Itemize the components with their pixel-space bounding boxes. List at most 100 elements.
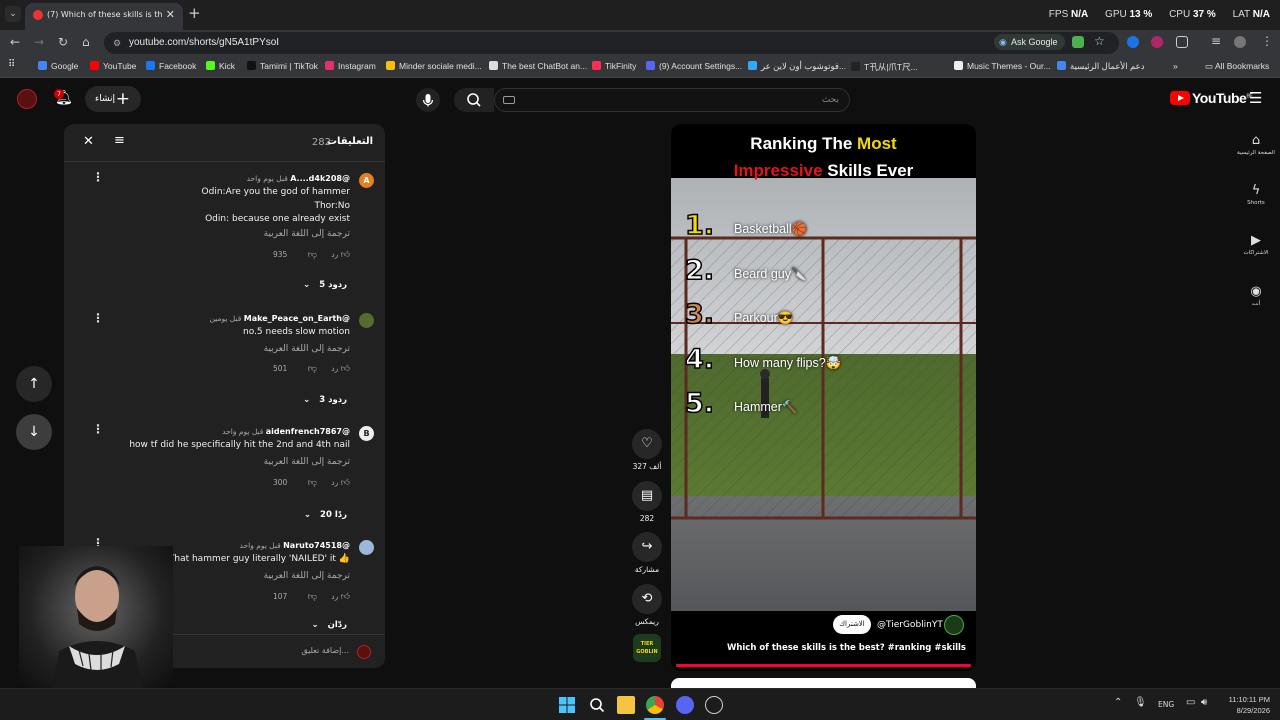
- tab-close-icon[interactable]: ✕: [166, 3, 175, 27]
- translate-link[interactable]: ترجمة إلى اللغة العربية: [264, 457, 350, 467]
- bookmark-item[interactable]: Kick: [206, 61, 235, 71]
- network-icon[interactable]: ▭: [1186, 697, 1195, 708]
- sidebar-item-you[interactable]: ◉ أنت: [1236, 283, 1276, 307]
- audio-source-thumbnail[interactable]: TIER GOBLIN: [633, 634, 661, 662]
- bookmark-item[interactable]: Instagram: [325, 61, 376, 71]
- next-short-button[interactable]: ↓: [16, 414, 52, 450]
- more-menu-icon[interactable]: ⋮: [1261, 34, 1273, 48]
- bookmark-item[interactable]: The best ChatBot an...: [489, 61, 587, 71]
- browser-tab[interactable]: (7) Which of these skills is th ✕: [25, 3, 183, 30]
- profile-avatar[interactable]: [1234, 36, 1246, 48]
- system-clock[interactable]: 11:10:11 PM 8/29/2026: [1229, 694, 1270, 716]
- bookmark-item[interactable]: Music Themes - Our...: [954, 61, 1050, 71]
- bookmark-item[interactable]: فوتوشوب أون لاين عر...: [748, 61, 846, 72]
- replies-toggle[interactable]: ⌄ ردّان: [311, 620, 347, 630]
- dislike-icon[interactable]: 👎︎: [308, 250, 317, 260]
- bookmark-item[interactable]: Tamimi | TikTok: [247, 61, 318, 71]
- channel-name[interactable]: @TierGoblinYT: [877, 620, 943, 630]
- home-icon[interactable]: ⌂: [82, 35, 90, 49]
- app-icon[interactable]: [705, 696, 723, 714]
- file-explorer-icon[interactable]: [617, 696, 635, 714]
- more-bookmarks-icon[interactable]: »: [1173, 61, 1178, 71]
- like-button[interactable]: ♡ 327 ألف: [632, 429, 662, 471]
- extensions-puzzle-icon[interactable]: [1176, 36, 1188, 48]
- avatar[interactable]: [359, 540, 374, 555]
- all-bookmarks-folder[interactable]: ▭ All Bookmarks: [1205, 61, 1269, 72]
- language-indicator[interactable]: ENG: [1158, 700, 1174, 709]
- replies-toggle[interactable]: ⌄ 5 ردود: [303, 280, 347, 290]
- comment-menu-icon[interactable]: ⋮: [92, 422, 104, 436]
- sort-icon[interactable]: ≡: [114, 133, 125, 148]
- reply-button[interactable]: رد: [331, 478, 338, 487]
- sidebar-item-shorts[interactable]: ϟ Shorts: [1236, 182, 1276, 206]
- search-icon[interactable]: [588, 696, 606, 714]
- channel-avatar[interactable]: [944, 615, 964, 635]
- discord-icon[interactable]: [676, 696, 694, 714]
- like-icon[interactable]: 👍︎: [341, 592, 350, 602]
- chrome-icon[interactable]: [646, 696, 664, 714]
- like-icon[interactable]: 👍︎: [341, 478, 350, 488]
- translate-link[interactable]: ترجمة إلى اللغة العربية: [264, 571, 350, 581]
- like-icon[interactable]: 👍︎: [341, 250, 350, 260]
- back-icon[interactable]: ←: [10, 35, 20, 49]
- channel-avatar[interactable]: [17, 89, 37, 109]
- bookmark-item[interactable]: Google: [38, 61, 78, 71]
- replies-toggle[interactable]: ⌄ 20 ردًا: [304, 510, 347, 520]
- sidebar-item-subscriptions[interactable]: ▶ الاشتراكات: [1236, 232, 1276, 256]
- bookmark-star-icon[interactable]: ☆: [1094, 34, 1105, 48]
- short-video-player[interactable]: Ranking The Most Impressive Skills Ever …: [671, 124, 976, 671]
- apps-grid-icon[interactable]: ⠿: [8, 59, 15, 70]
- remix-button[interactable]: ⟲ ريمكس: [632, 584, 662, 626]
- ask-google-button[interactable]: ◉ Ask Google: [994, 34, 1065, 50]
- progress-track[interactable]: [676, 664, 971, 667]
- add-comment-input[interactable]: إضافة تعليق...: [301, 646, 349, 655]
- replies-toggle[interactable]: ⌄ 3 ردود: [303, 395, 347, 405]
- comment-author[interactable]: @Make_Peace_on_Earth: [244, 314, 350, 323]
- search-button[interactable]: [454, 88, 494, 112]
- comment-author[interactable]: @A....d4k208: [290, 174, 350, 183]
- comment-menu-icon[interactable]: ⋮: [92, 311, 104, 325]
- bookmark-item[interactable]: (9) Account Settings...: [646, 61, 742, 71]
- share-button[interactable]: ↪ مشاركة: [632, 532, 662, 574]
- reading-list-icon[interactable]: ≡: [1211, 34, 1221, 48]
- microphone-icon[interactable]: 🎙︎: [1134, 697, 1147, 708]
- bookmark-item[interactable]: دعم الأعمال الرئيسية: [1057, 61, 1144, 72]
- subscribe-button[interactable]: الاشتراك: [833, 615, 871, 634]
- guide-menu-icon[interactable]: ☰: [1249, 89, 1262, 107]
- bookmark-item[interactable]: YouTube: [90, 61, 136, 71]
- translate-link[interactable]: ترجمة إلى اللغة العربية: [264, 344, 350, 354]
- new-tab-icon[interactable]: +: [188, 4, 201, 22]
- bookmark-item[interactable]: Minder sociale medi...: [386, 61, 482, 71]
- address-bar[interactable]: ⚙ youtube.com/shorts/gN5A1tPYsoI: [104, 32, 1119, 54]
- translate-link[interactable]: ترجمة إلى اللغة العربية: [264, 229, 350, 239]
- comment-author[interactable]: @Naruto74518: [283, 541, 350, 550]
- dislike-icon[interactable]: 👎︎: [308, 364, 317, 374]
- reload-icon[interactable]: ↻: [58, 35, 68, 49]
- comment-author[interactable]: @aidenfrench7867: [266, 427, 350, 436]
- comment-menu-icon[interactable]: ⋮: [92, 170, 104, 184]
- reply-button[interactable]: رد: [331, 250, 338, 259]
- tab-search-icon[interactable]: ⌄: [5, 6, 21, 22]
- previous-short-button[interactable]: ↑: [16, 366, 52, 402]
- dislike-icon[interactable]: 👎︎: [308, 592, 317, 602]
- chevron-up-icon[interactable]: ⌃: [1114, 697, 1122, 708]
- comments-button[interactable]: ▤ 282: [632, 481, 662, 523]
- reply-button[interactable]: رد: [331, 592, 338, 601]
- reply-button[interactable]: رد: [331, 364, 338, 373]
- volume-icon[interactable]: 🔊︎: [1201, 697, 1207, 708]
- bookmark-item[interactable]: Facebook: [146, 61, 196, 71]
- forward-icon[interactable]: →: [34, 35, 44, 49]
- start-icon[interactable]: [558, 696, 576, 714]
- search-input[interactable]: بحث: [494, 88, 850, 112]
- close-icon[interactable]: ✕: [83, 134, 94, 149]
- avatar[interactable]: B: [359, 426, 374, 441]
- translate-extension-icon[interactable]: [1127, 36, 1139, 48]
- bookmark-item[interactable]: T卂从|爪T尺...: [851, 61, 918, 73]
- voice-search-icon[interactable]: [416, 88, 440, 112]
- like-icon[interactable]: 👍︎: [341, 364, 350, 374]
- extension-icon[interactable]: [1072, 36, 1084, 48]
- shield-extension-icon[interactable]: [1151, 36, 1163, 48]
- create-button[interactable]: إنشاء +: [85, 86, 141, 112]
- youtube-logo[interactable]: YouTubeBE: [1170, 90, 1253, 106]
- keyboard-icon[interactable]: [503, 96, 515, 104]
